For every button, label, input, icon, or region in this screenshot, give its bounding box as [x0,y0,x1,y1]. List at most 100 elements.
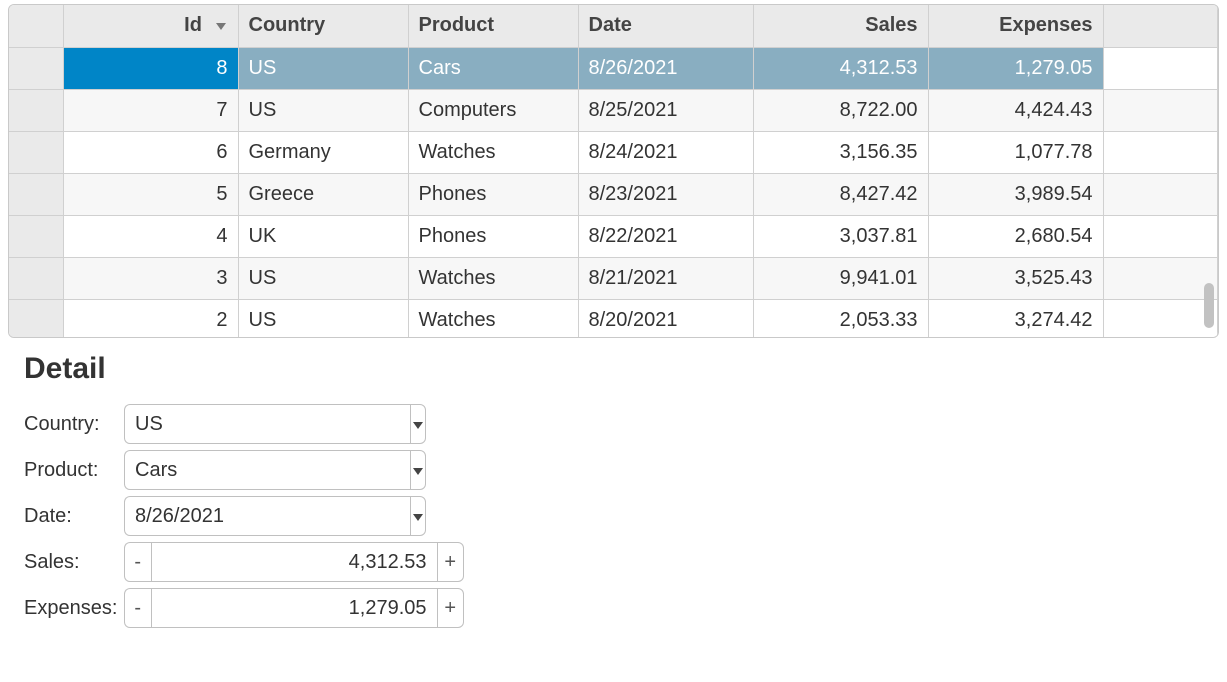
cell-id[interactable]: 5 [63,173,238,215]
table-row[interactable]: 4UKPhones8/22/20213,037.812,680.54 [9,215,1218,257]
column-header-sales[interactable]: Sales [753,5,928,47]
row-header-corner [9,5,63,47]
column-header-id[interactable]: Id [63,5,238,47]
sales-decrement-button[interactable]: - [124,542,151,582]
country-input[interactable] [124,404,410,444]
row-header [9,89,63,131]
cell-sales[interactable]: 3,037.81 [753,215,928,257]
cell-product[interactable]: Watches [408,299,578,338]
table-row[interactable]: 5GreecePhones8/23/20218,427.423,989.54 [9,173,1218,215]
detail-title: Detail [24,352,1227,386]
cell-date[interactable]: 8/24/2021 [578,131,753,173]
cell-date[interactable]: 8/26/2021 [578,47,753,89]
cell-sales[interactable]: 9,941.01 [753,257,928,299]
cell-expenses[interactable]: 3,525.43 [928,257,1103,299]
cell-expenses[interactable]: 1,077.78 [928,131,1103,173]
column-header-expenses[interactable]: Expenses [928,5,1103,47]
cell-expenses[interactable]: 4,424.43 [928,89,1103,131]
date-input[interactable] [124,496,410,536]
country-combobox[interactable] [124,404,424,444]
cell-date[interactable]: 8/23/2021 [578,173,753,215]
cell-id[interactable]: 8 [63,47,238,89]
date-dropdown-button[interactable] [410,496,426,536]
product-dropdown-button[interactable] [410,450,426,490]
row-header [9,47,63,89]
table-row[interactable]: 6GermanyWatches8/24/20213,156.351,077.78 [9,131,1218,173]
scroll-thumb[interactable] [1204,283,1214,328]
cell-expenses[interactable]: 1,279.05 [928,47,1103,89]
row-header [9,215,63,257]
sales-input[interactable] [151,542,438,582]
date-picker[interactable] [124,496,424,536]
cell-country[interactable]: US [238,89,408,131]
column-header-row: Id Country Product Date Sales Expenses [9,5,1218,47]
expenses-input[interactable] [151,588,438,628]
cell-spacer [1103,173,1218,215]
product-input[interactable] [124,450,410,490]
cell-product[interactable]: Phones [408,215,578,257]
column-header-spacer [1103,5,1218,47]
vertical-scrollbar[interactable] [1202,11,1216,331]
cell-country[interactable]: Germany [238,131,408,173]
row-header [9,173,63,215]
expenses-decrement-button[interactable]: - [124,588,151,628]
cell-product[interactable]: Computers [408,89,578,131]
sort-desc-icon [214,21,228,31]
cell-expenses[interactable]: 3,274.42 [928,299,1103,338]
cell-expenses[interactable]: 2,680.54 [928,215,1103,257]
sales-spinner[interactable]: - + [124,542,464,582]
cell-country[interactable]: Greece [238,173,408,215]
cell-id[interactable]: 3 [63,257,238,299]
table-row[interactable]: 8USCars8/26/20214,312.531,279.05 [9,47,1218,89]
cell-date[interactable]: 8/22/2021 [578,215,753,257]
sales-increment-button[interactable]: + [438,542,465,582]
column-header-product[interactable]: Product [408,5,578,47]
cell-date[interactable]: 8/20/2021 [578,299,753,338]
cell-id[interactable]: 2 [63,299,238,338]
cell-sales[interactable]: 4,312.53 [753,47,928,89]
cell-id[interactable]: 6 [63,131,238,173]
cell-sales[interactable]: 2,053.33 [753,299,928,338]
label-sales: Sales: [24,551,124,574]
chevron-down-icon [411,459,425,482]
label-expenses: Expenses: [24,597,124,620]
label-product: Product: [24,459,124,482]
row-header [9,299,63,338]
chevron-down-icon [411,413,425,436]
row-header [9,131,63,173]
cell-spacer [1103,131,1218,173]
cell-id[interactable]: 4 [63,215,238,257]
cell-country[interactable]: US [238,47,408,89]
cell-date[interactable]: 8/21/2021 [578,257,753,299]
column-header-date[interactable]: Date [578,5,753,47]
expenses-increment-button[interactable]: + [438,588,465,628]
cell-id[interactable]: 7 [63,89,238,131]
cell-country[interactable]: UK [238,215,408,257]
table-row[interactable]: 2USWatches8/20/20212,053.333,274.42 [9,299,1218,338]
country-dropdown-button[interactable] [410,404,426,444]
label-date: Date: [24,505,124,528]
cell-expenses[interactable]: 3,989.54 [928,173,1103,215]
cell-product[interactable]: Watches [408,257,578,299]
product-combobox[interactable] [124,450,424,490]
row-header [9,257,63,299]
data-grid[interactable]: Id Country Product Date Sales Expenses 8… [8,4,1219,338]
expenses-spinner[interactable]: - + [124,588,464,628]
cell-product[interactable]: Cars [408,47,578,89]
column-header-country[interactable]: Country [238,5,408,47]
cell-spacer [1103,47,1218,89]
cell-sales[interactable]: 8,722.00 [753,89,928,131]
cell-country[interactable]: US [238,299,408,338]
column-header-id-label: Id [184,14,202,36]
cell-sales[interactable]: 3,156.35 [753,131,928,173]
cell-country[interactable]: US [238,257,408,299]
cell-spacer [1103,89,1218,131]
cell-date[interactable]: 8/25/2021 [578,89,753,131]
cell-spacer [1103,299,1218,338]
cell-product[interactable]: Watches [408,131,578,173]
cell-product[interactable]: Phones [408,173,578,215]
table-row[interactable]: 3USWatches8/21/20219,941.013,525.43 [9,257,1218,299]
detail-panel: Detail Country: Product: Date: [24,352,1227,628]
cell-sales[interactable]: 8,427.42 [753,173,928,215]
table-row[interactable]: 7USComputers8/25/20218,722.004,424.43 [9,89,1218,131]
